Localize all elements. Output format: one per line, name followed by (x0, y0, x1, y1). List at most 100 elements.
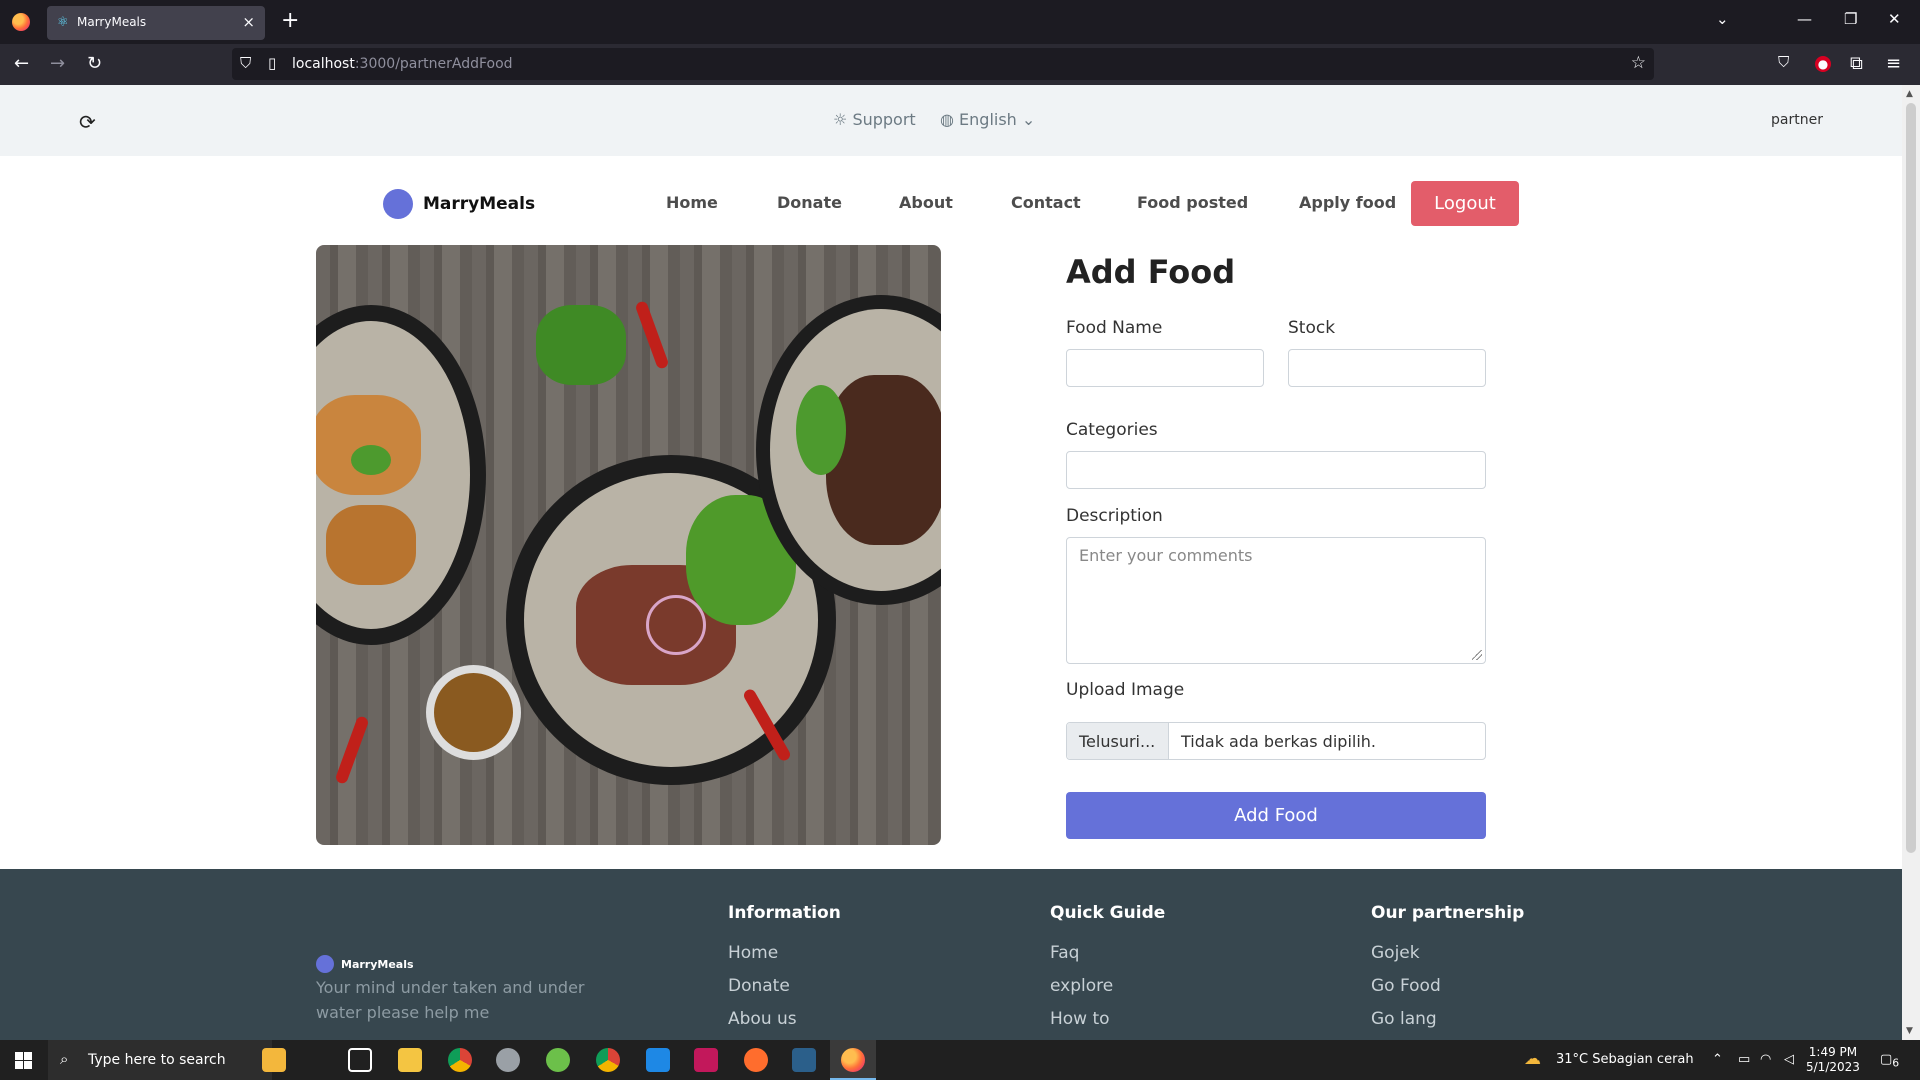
resize-handle-icon[interactable] (1472, 650, 1482, 660)
tray-chevron-icon[interactable]: ⌃ (1712, 1052, 1723, 1067)
minimize-icon[interactable]: — (1797, 10, 1812, 28)
footer-link-donate[interactable]: Donate (728, 970, 841, 1003)
footer-link-go-food[interactable]: Go Food (1371, 970, 1524, 1003)
extension-badge-icon[interactable]: ● (1815, 56, 1831, 72)
footer-heading: Our partnership (1371, 903, 1525, 923)
app-icon[interactable] (792, 1048, 816, 1072)
search-placeholder: Type here to search (88, 1052, 226, 1068)
scroll-thumb[interactable] (1906, 103, 1916, 853)
footer-link-go-lang[interactable]: Go lang (1371, 1003, 1524, 1036)
close-tab-icon[interactable]: × (242, 13, 255, 31)
footer-link-how-to[interactable]: How to (1050, 1003, 1165, 1036)
description-label: Description (1066, 506, 1163, 526)
brand-name: MarryMeals (423, 194, 536, 214)
spring-icon[interactable] (546, 1048, 570, 1072)
firefox-icon[interactable] (12, 13, 30, 31)
add-food-button[interactable]: Add Food (1066, 792, 1486, 839)
url-text[interactable]: localhost:3000/partnerAddFood (292, 56, 513, 72)
footer-link-explore[interactable]: explore (1050, 970, 1165, 1003)
browser-tab-bar: ⚛ MarryMeals × + ⌄ — ❐ ✕ (0, 0, 1920, 44)
clock-date: 5/1/2023 (1806, 1060, 1860, 1074)
footer-logo-icon (316, 955, 334, 973)
task-view-icon[interactable] (348, 1048, 372, 1072)
menu-icon[interactable]: ≡ (1886, 53, 1901, 74)
brand[interactable]: MarryMeals (383, 189, 535, 219)
footer-column-partnership: Our partnership Gojek Go Food Go lang (1371, 903, 1524, 1036)
file-status: Tidak ada berkas dipilih. (1181, 731, 1376, 751)
user-name: partner (1771, 112, 1823, 128)
footer-link-home[interactable]: Home (728, 937, 841, 970)
windows-start-icon[interactable] (15, 1052, 32, 1069)
nav-donate[interactable]: Donate (777, 193, 842, 212)
extensions-icon[interactable]: ⧉ (1850, 53, 1863, 74)
taskbar-active-firefox[interactable] (830, 1040, 876, 1080)
footer-link-gojek[interactable]: Gojek (1371, 937, 1524, 970)
tray-device-icon[interactable]: ▭ (1738, 1052, 1750, 1067)
reload-icon[interactable]: ↻ (87, 53, 102, 74)
nav-apply-food[interactable]: Apply food (1299, 193, 1396, 212)
stock-input[interactable] (1288, 349, 1486, 387)
restore-icon[interactable]: ❐ (1844, 10, 1857, 28)
settings-app-icon[interactable] (496, 1048, 520, 1072)
language-selector[interactable]: ◍ English ⌄ (940, 110, 1035, 129)
intellij-icon[interactable] (694, 1048, 718, 1072)
forward-icon[interactable]: → (50, 53, 65, 74)
logout-button[interactable]: Logout (1411, 181, 1519, 226)
footer-tagline: Your mind under taken and under water pl… (316, 978, 585, 1022)
food-name-input[interactable] (1066, 349, 1264, 387)
page-icon[interactable]: ▯ (268, 54, 276, 72)
footer-heading: Information (728, 903, 841, 923)
nav-food-posted[interactable]: Food posted (1137, 193, 1248, 212)
file-input[interactable]: Telusuri... Tidak ada berkas dipilih. (1066, 722, 1486, 760)
new-tab-icon[interactable]: + (281, 8, 299, 33)
brand-logo-icon (383, 189, 413, 219)
react-icon: ⚛ (57, 15, 69, 30)
back-icon[interactable]: ← (14, 53, 29, 74)
description-textarea[interactable]: Enter your comments (1066, 537, 1486, 664)
footer-column-information: Information Home Donate Abou us (728, 903, 841, 1036)
tab-list-icon[interactable]: ⌄ (1716, 10, 1729, 28)
notifications-icon[interactable]: ▢6 (1880, 1052, 1899, 1070)
shield-icon[interactable]: ⛉ (240, 54, 251, 72)
categories-input[interactable] (1066, 451, 1486, 489)
stock-label: Stock (1288, 318, 1336, 338)
support-link[interactable]: ☼ Support (833, 110, 916, 129)
page-scrollbar[interactable]: ▲ ▼ (1902, 85, 1920, 1040)
bookmark-star-icon[interactable]: ☆ (1631, 53, 1646, 73)
footer-link-faq[interactable]: Faq (1050, 937, 1165, 970)
taskbar-clock[interactable]: 1:49 PM 5/1/2023 (1806, 1045, 1860, 1075)
food-name-label: Food Name (1066, 318, 1163, 338)
taskbar: ⌕ Type here to search ☁ 31°C Sebagian ce… (0, 1040, 1920, 1080)
pocket-icon[interactable]: ⛉ (1778, 53, 1789, 71)
chrome-dev-icon[interactable] (596, 1048, 620, 1072)
nav-contact[interactable]: Contact (1011, 193, 1081, 212)
weather-icon[interactable]: ☁ (1524, 1049, 1541, 1069)
search-highlight-icon[interactable] (262, 1048, 286, 1072)
top-bar: ⟳ ☼ Support ◍ English ⌄ partner (0, 85, 1902, 156)
form-title: Add Food (1066, 253, 1236, 291)
nav-about[interactable]: About (899, 193, 953, 212)
description-placeholder: Enter your comments (1079, 546, 1253, 565)
footer-brand[interactable]: MarryMeals (316, 955, 414, 973)
scroll-down-icon[interactable]: ▼ (1906, 1026, 1913, 1036)
page-viewport: ⟳ ☼ Support ◍ English ⌄ partner MarryMea… (0, 85, 1902, 1040)
close-window-icon[interactable]: ✕ (1888, 10, 1901, 28)
footer-link-about[interactable]: Abou us (728, 1003, 841, 1036)
nav-home[interactable]: Home (666, 193, 718, 212)
footer-heading: Quick Guide (1050, 903, 1166, 923)
vscode-icon[interactable] (646, 1048, 670, 1072)
tab-title: MarryMeals (77, 15, 147, 29)
browser-tab[interactable]: ⚛ MarryMeals × (47, 6, 265, 40)
taskbar-search[interactable]: ⌕ Type here to search (48, 1040, 272, 1080)
main-nav: MarryMeals Home Donate About Contact Foo… (0, 156, 1902, 246)
wifi-icon[interactable]: ◠ (1760, 1052, 1771, 1067)
file-explorer-icon[interactable] (398, 1048, 422, 1072)
chrome-icon[interactable] (448, 1048, 472, 1072)
browse-button[interactable]: Telusuri... (1067, 723, 1169, 759)
site-logo-icon[interactable]: ⟳ (79, 110, 96, 134)
postman-icon[interactable] (744, 1048, 768, 1072)
weather-text[interactable]: 31°C Sebagian cerah (1556, 1052, 1694, 1067)
volume-icon[interactable]: ◁ (1784, 1052, 1794, 1067)
url-bar[interactable]: ⛉ ▯ localhost:3000/partnerAddFood ☆ (232, 48, 1654, 80)
scroll-up-icon[interactable]: ▲ (1906, 89, 1913, 99)
